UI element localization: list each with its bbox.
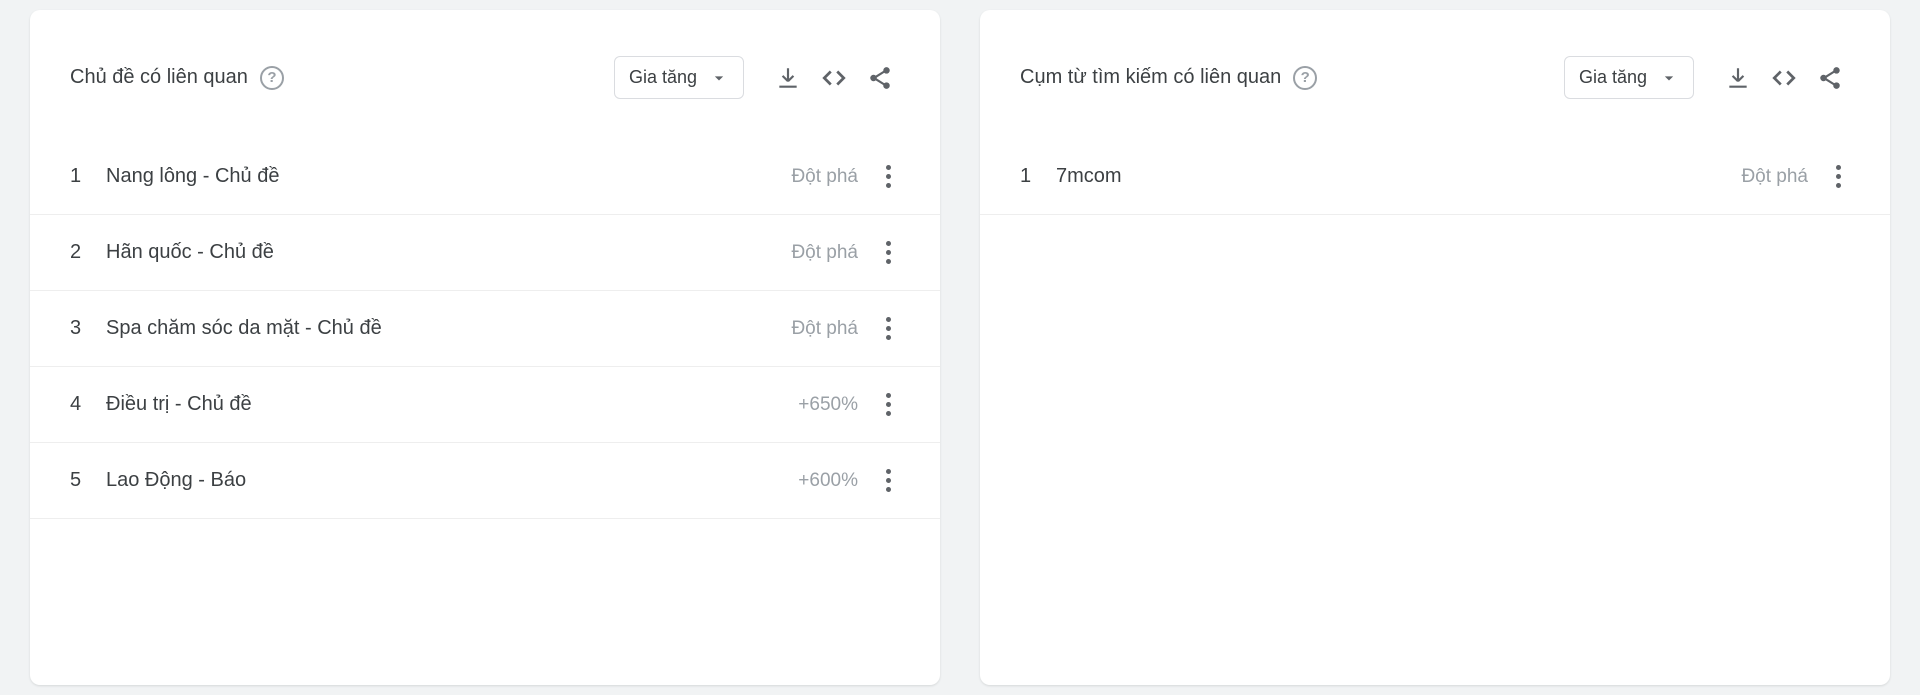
share-icon [867,65,893,91]
card-title: Cụm từ tìm kiếm có liên quan [1020,66,1281,89]
row-label: 7mcom [1056,165,1741,188]
table-row[interactable]: 5 Lao Động - Báo +600% [30,443,940,519]
embed-button[interactable] [814,58,854,98]
code-icon [821,65,847,91]
sort-dropdown-label: Gia tăng [629,67,697,88]
share-button[interactable] [860,58,900,98]
row-label: Điều trị - Chủ đề [106,393,798,416]
table-row[interactable]: 4 Điều trị - Chủ đề +650% [30,367,940,443]
table-row[interactable]: 1 Nang lông - Chủ đề Đột phá [30,139,940,215]
more-icon[interactable] [876,317,900,340]
card-header: Cụm từ tìm kiếm có liên quan ? Gia tăng [980,40,1890,139]
card-title: Chủ đề có liên quan [70,66,248,89]
embed-button[interactable] [1764,58,1804,98]
row-rank: 5 [70,469,106,492]
more-icon[interactable] [876,393,900,416]
more-icon[interactable] [876,241,900,264]
row-label: Nang lông - Chủ đề [106,165,791,188]
download-icon [775,65,801,91]
row-rank: 2 [70,241,106,264]
row-value: Đột phá [1741,166,1808,188]
more-icon[interactable] [876,469,900,492]
download-icon [1725,65,1751,91]
sort-dropdown[interactable]: Gia tăng [614,56,744,99]
related-topics-card: Chủ đề có liên quan ? Gia tăng 1 Nang lô… [30,10,940,685]
sort-dropdown[interactable]: Gia tăng [1564,56,1694,99]
sort-dropdown-label: Gia tăng [1579,67,1647,88]
related-queries-card: Cụm từ tìm kiếm có liên quan ? Gia tăng … [980,10,1890,685]
code-icon [1771,65,1797,91]
download-button[interactable] [768,58,808,98]
row-rank: 3 [70,317,106,340]
card-title-wrap: Chủ đề có liên quan ? [70,66,284,90]
row-rank: 1 [70,165,106,188]
more-icon[interactable] [1826,165,1850,188]
table-row[interactable]: 1 7mcom Đột phá [980,139,1890,215]
row-value: +600% [798,470,858,492]
row-value: Đột phá [791,166,858,188]
table-row[interactable]: 2 Hãn quốc - Chủ đề Đột phá [30,215,940,291]
row-label: Lao Động - Báo [106,469,798,492]
help-icon[interactable]: ? [260,66,284,90]
row-rank: 1 [1020,165,1056,188]
card-header: Chủ đề có liên quan ? Gia tăng [30,40,940,139]
chevron-down-icon [1659,68,1679,88]
share-button[interactable] [1810,58,1850,98]
more-icon[interactable] [876,165,900,188]
card-title-wrap: Cụm từ tìm kiếm có liên quan ? [1020,66,1317,90]
share-icon [1817,65,1843,91]
help-icon[interactable]: ? [1293,66,1317,90]
row-value: Đột phá [791,318,858,340]
chevron-down-icon [709,68,729,88]
row-rank: 4 [70,393,106,416]
row-label: Hãn quốc - Chủ đề [106,241,791,264]
table-row[interactable]: 3 Spa chăm sóc da mặt - Chủ đề Đột phá [30,291,940,367]
download-button[interactable] [1718,58,1758,98]
row-value: +650% [798,394,858,416]
row-label: Spa chăm sóc da mặt - Chủ đề [106,317,791,340]
row-value: Đột phá [791,242,858,264]
